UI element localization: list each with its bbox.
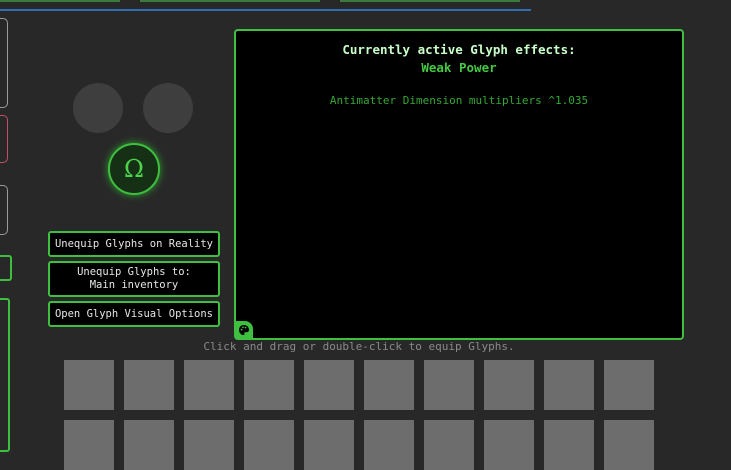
active-effects-panel: Currently active Glyph effects: Weak Pow…: [234, 29, 684, 340]
omega-symbol: Ω: [124, 155, 144, 183]
inventory-slot[interactable]: [184, 420, 234, 470]
glyph-effect-line: Antimatter Dimension multipliers ^1.035: [329, 94, 589, 107]
inventory-slot[interactable]: [304, 360, 354, 410]
left-frame-5: [0, 298, 10, 452]
inventory-slot[interactable]: [424, 360, 474, 410]
left-frame-4[interactable]: [0, 255, 12, 281]
inventory-slot[interactable]: [304, 420, 354, 470]
top-tab-edge-3: [340, 0, 520, 2]
inventory-slot[interactable]: [64, 420, 114, 470]
glyph-slot-empty[interactable]: [143, 83, 193, 133]
inventory-slot[interactable]: [124, 360, 174, 410]
inventory-slot[interactable]: [244, 420, 294, 470]
panel-title: Currently active Glyph effects:: [342, 42, 576, 57]
glyph-visual-options-button[interactable]: Open Glyph Visual Options: [48, 301, 220, 327]
inventory-slot[interactable]: [484, 360, 534, 410]
palette-icon[interactable]: [235, 321, 253, 339]
left-frame-2[interactable]: [0, 115, 8, 163]
inventory-slot[interactable]: [364, 420, 414, 470]
header-divider: [0, 9, 531, 11]
unequip-to-inventory-button[interactable]: Unequip Glyphs to: Main inventory: [48, 261, 220, 297]
inventory-slot[interactable]: [124, 420, 174, 470]
inventory-slot[interactable]: [604, 420, 654, 470]
left-frame-3[interactable]: [0, 185, 8, 235]
inventory-slot[interactable]: [244, 360, 294, 410]
button-label: Unequip Glyphs on Reality: [54, 237, 214, 250]
inventory-slot[interactable]: [64, 360, 114, 410]
glyph-slot-empty[interactable]: [73, 83, 123, 133]
inventory-slot[interactable]: [544, 420, 594, 470]
top-tab-edge-2: [140, 0, 320, 2]
inventory-hint: Click and drag or double-click to equip …: [203, 340, 515, 353]
active-glyph-name: Weak Power: [421, 60, 497, 75]
inventory-slot[interactable]: [544, 360, 594, 410]
left-frame-1[interactable]: [0, 18, 8, 108]
inventory-slot[interactable]: [184, 360, 234, 410]
equipped-glyph-power[interactable]: Ω: [108, 143, 160, 195]
inventory-slot[interactable]: [364, 360, 414, 410]
inventory-slot[interactable]: [604, 360, 654, 410]
button-label-line-1: Unequip Glyphs to:: [77, 266, 191, 278]
inventory-slot[interactable]: [484, 420, 534, 470]
button-label: Open Glyph Visual Options: [54, 307, 214, 320]
top-tab-edge-1: [0, 0, 120, 2]
inventory-slot[interactable]: [424, 420, 474, 470]
button-label-line-2: Main inventory: [89, 279, 179, 291]
unequip-on-reality-button[interactable]: Unequip Glyphs on Reality: [48, 231, 220, 257]
